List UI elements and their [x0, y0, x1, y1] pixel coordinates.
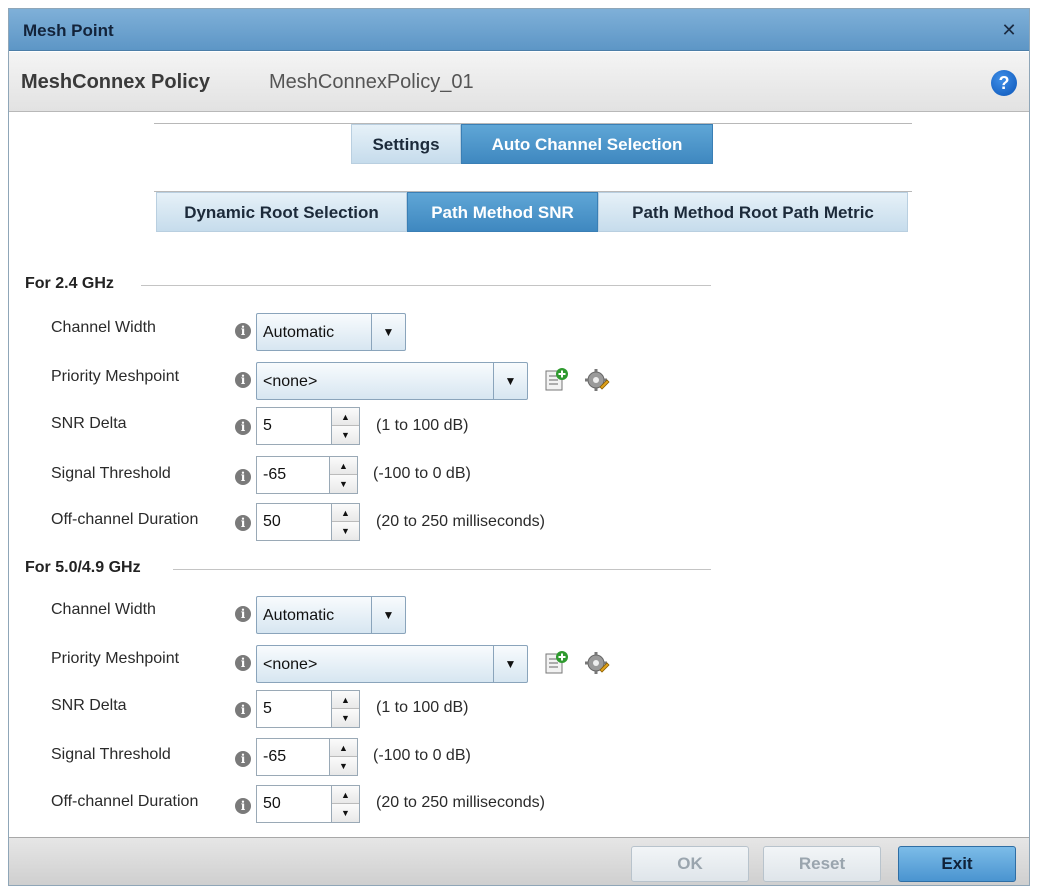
channel-width-select[interactable]: Automatic ▼ — [256, 313, 406, 351]
off-channel-duration-label: Off-channel Duration — [51, 793, 199, 810]
tab-path-method-snr[interactable]: Path Method SNR — [407, 192, 598, 232]
tab-dynamic-root-selection[interactable]: Dynamic Root Selection — [156, 192, 407, 232]
increment-arrow-icon[interactable]: ▲ — [332, 786, 359, 804]
reset-button[interactable]: Reset — [763, 846, 881, 882]
chevron-down-icon: ▼ — [371, 314, 405, 350]
section-rule — [141, 285, 711, 286]
info-icon: i — [235, 323, 251, 339]
policy-name: MeshConnexPolicy_01 — [269, 71, 474, 93]
channel-width-value: Automatic — [263, 607, 335, 624]
snr-delta-stepper[interactable]: ▲▼ — [256, 690, 360, 728]
policy-label: MeshConnex Policy — [21, 71, 210, 93]
mesh-point-dialog: Mesh Point ✕ MeshConnex Policy MeshConne… — [8, 8, 1030, 886]
channel-width-select[interactable]: Automatic ▼ — [256, 596, 406, 634]
section-rule — [173, 569, 711, 570]
info-icon: i — [235, 751, 251, 767]
tab-settings[interactable]: Settings — [351, 124, 461, 164]
close-icon[interactable]: ✕ — [999, 20, 1019, 40]
add-policy-icon[interactable] — [543, 650, 569, 676]
signal-threshold-label: Signal Threshold — [51, 465, 171, 482]
signal-threshold-input[interactable] — [257, 457, 329, 493]
channel-width-label: Channel Width — [51, 319, 156, 336]
info-icon: i — [235, 655, 251, 671]
decrement-arrow-icon[interactable]: ▼ — [332, 522, 359, 540]
priority-meshpoint-value: <none> — [263, 656, 318, 673]
decrement-arrow-icon[interactable]: ▼ — [332, 804, 359, 822]
increment-arrow-icon[interactable]: ▲ — [332, 408, 359, 426]
title-bar: Mesh Point ✕ — [9, 9, 1029, 51]
decrement-arrow-icon[interactable]: ▼ — [330, 475, 357, 493]
channel-width-value: Automatic — [263, 324, 335, 341]
decrement-arrow-icon[interactable]: ▼ — [332, 426, 359, 444]
exit-button[interactable]: Exit — [898, 846, 1016, 882]
channel-width-label: Channel Width — [51, 601, 156, 618]
chevron-down-icon: ▼ — [493, 646, 527, 682]
signal-threshold-range: (-100 to 0 dB) — [373, 465, 471, 482]
increment-arrow-icon[interactable]: ▲ — [332, 504, 359, 522]
info-icon: i — [235, 798, 251, 814]
signal-threshold-range: (-100 to 0 dB) — [373, 747, 471, 764]
info-icon: i — [235, 702, 251, 718]
signal-threshold-label: Signal Threshold — [51, 746, 171, 763]
increment-arrow-icon[interactable]: ▲ — [330, 739, 357, 757]
tab-path-method-root-path-metric[interactable]: Path Method Root Path Metric — [598, 192, 908, 232]
snr-delta-input[interactable] — [257, 408, 329, 444]
off-channel-duration-input[interactable] — [257, 504, 329, 540]
priority-meshpoint-select[interactable]: <none> ▼ — [256, 645, 528, 683]
snr-delta-stepper[interactable]: ▲▼ — [256, 407, 360, 445]
snr-delta-range: (1 to 100 dB) — [376, 699, 469, 716]
priority-meshpoint-value: <none> — [263, 373, 318, 390]
edit-policy-gear-icon[interactable] — [584, 367, 610, 393]
increment-arrow-icon[interactable]: ▲ — [332, 691, 359, 709]
off-channel-duration-label: Off-channel Duration — [51, 511, 199, 528]
help-icon[interactable]: ? — [991, 70, 1017, 96]
snr-delta-input[interactable] — [257, 691, 329, 727]
decrement-arrow-icon[interactable]: ▼ — [330, 757, 357, 775]
info-icon: i — [235, 469, 251, 485]
snr-delta-range: (1 to 100 dB) — [376, 417, 469, 434]
signal-threshold-stepper[interactable]: ▲▼ — [256, 456, 358, 494]
info-icon: i — [235, 372, 251, 388]
decrement-arrow-icon[interactable]: ▼ — [332, 709, 359, 727]
tab-auto-channel-selection[interactable]: Auto Channel Selection — [461, 124, 713, 164]
increment-arrow-icon[interactable]: ▲ — [330, 457, 357, 475]
info-icon: i — [235, 515, 251, 531]
policy-header: MeshConnex Policy MeshConnexPolicy_01 ? — [9, 52, 1029, 112]
ok-button[interactable]: OK — [631, 846, 749, 882]
info-icon: i — [235, 419, 251, 435]
dialog-footer: OK Reset Exit — [9, 837, 1029, 885]
edit-policy-gear-icon[interactable] — [584, 650, 610, 676]
priority-meshpoint-select[interactable]: <none> ▼ — [256, 362, 528, 400]
snr-delta-label: SNR Delta — [51, 697, 127, 714]
section-title-2-4ghz: For 2.4 GHz — [25, 275, 114, 292]
section-title-5ghz: For 5.0/4.9 GHz — [25, 559, 141, 576]
window-title: Mesh Point — [23, 21, 114, 40]
add-policy-icon[interactable] — [543, 367, 569, 393]
off-channel-duration-stepper[interactable]: ▲▼ — [256, 503, 360, 541]
off-channel-duration-input[interactable] — [257, 786, 329, 822]
info-icon: i — [235, 606, 251, 622]
off-channel-duration-range: (20 to 250 milliseconds) — [376, 794, 545, 811]
priority-meshpoint-label: Priority Meshpoint — [51, 368, 180, 385]
off-channel-duration-stepper[interactable]: ▲▼ — [256, 785, 360, 823]
chevron-down-icon: ▼ — [493, 363, 527, 399]
signal-threshold-input[interactable] — [257, 739, 329, 775]
off-channel-duration-range: (20 to 250 milliseconds) — [376, 513, 545, 530]
signal-threshold-stepper[interactable]: ▲▼ — [256, 738, 358, 776]
chevron-down-icon: ▼ — [371, 597, 405, 633]
snr-delta-label: SNR Delta — [51, 415, 127, 432]
priority-meshpoint-label: Priority Meshpoint — [51, 650, 180, 667]
